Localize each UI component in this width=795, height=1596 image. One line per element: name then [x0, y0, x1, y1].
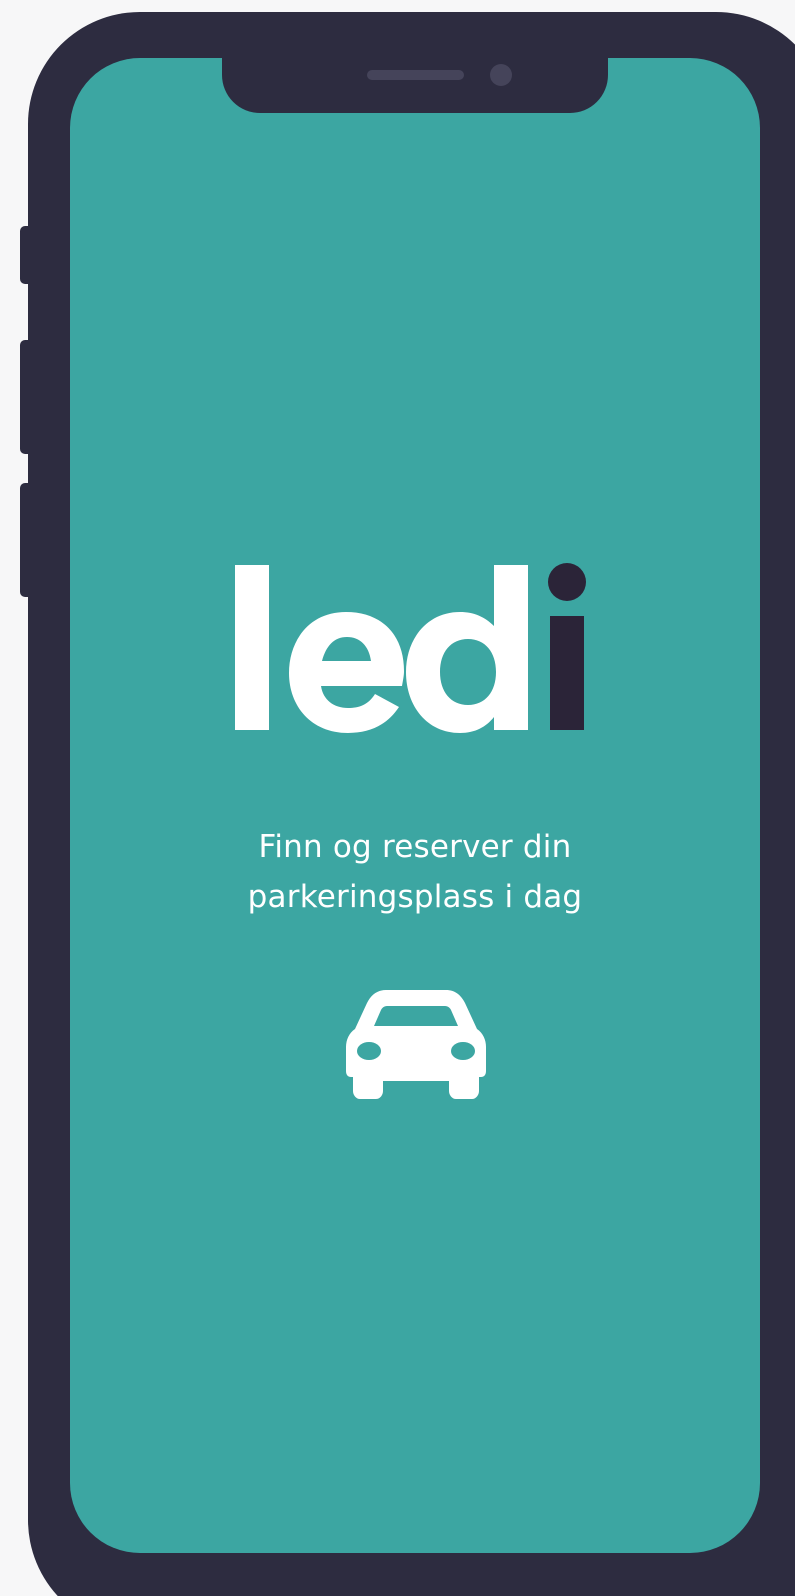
tagline: Finn og reserver din parkeringsplass i d… [215, 822, 615, 922]
splash-screen [70, 58, 760, 1553]
speaker-grille [367, 70, 464, 80]
notch [222, 58, 608, 113]
front-camera [490, 64, 512, 86]
ledi-logo [235, 563, 586, 733]
tagline-line-1: Finn og reserver din [258, 829, 572, 865]
car-icon [346, 990, 486, 1099]
tagline-line-2: parkeringsplass i dag [247, 879, 583, 915]
